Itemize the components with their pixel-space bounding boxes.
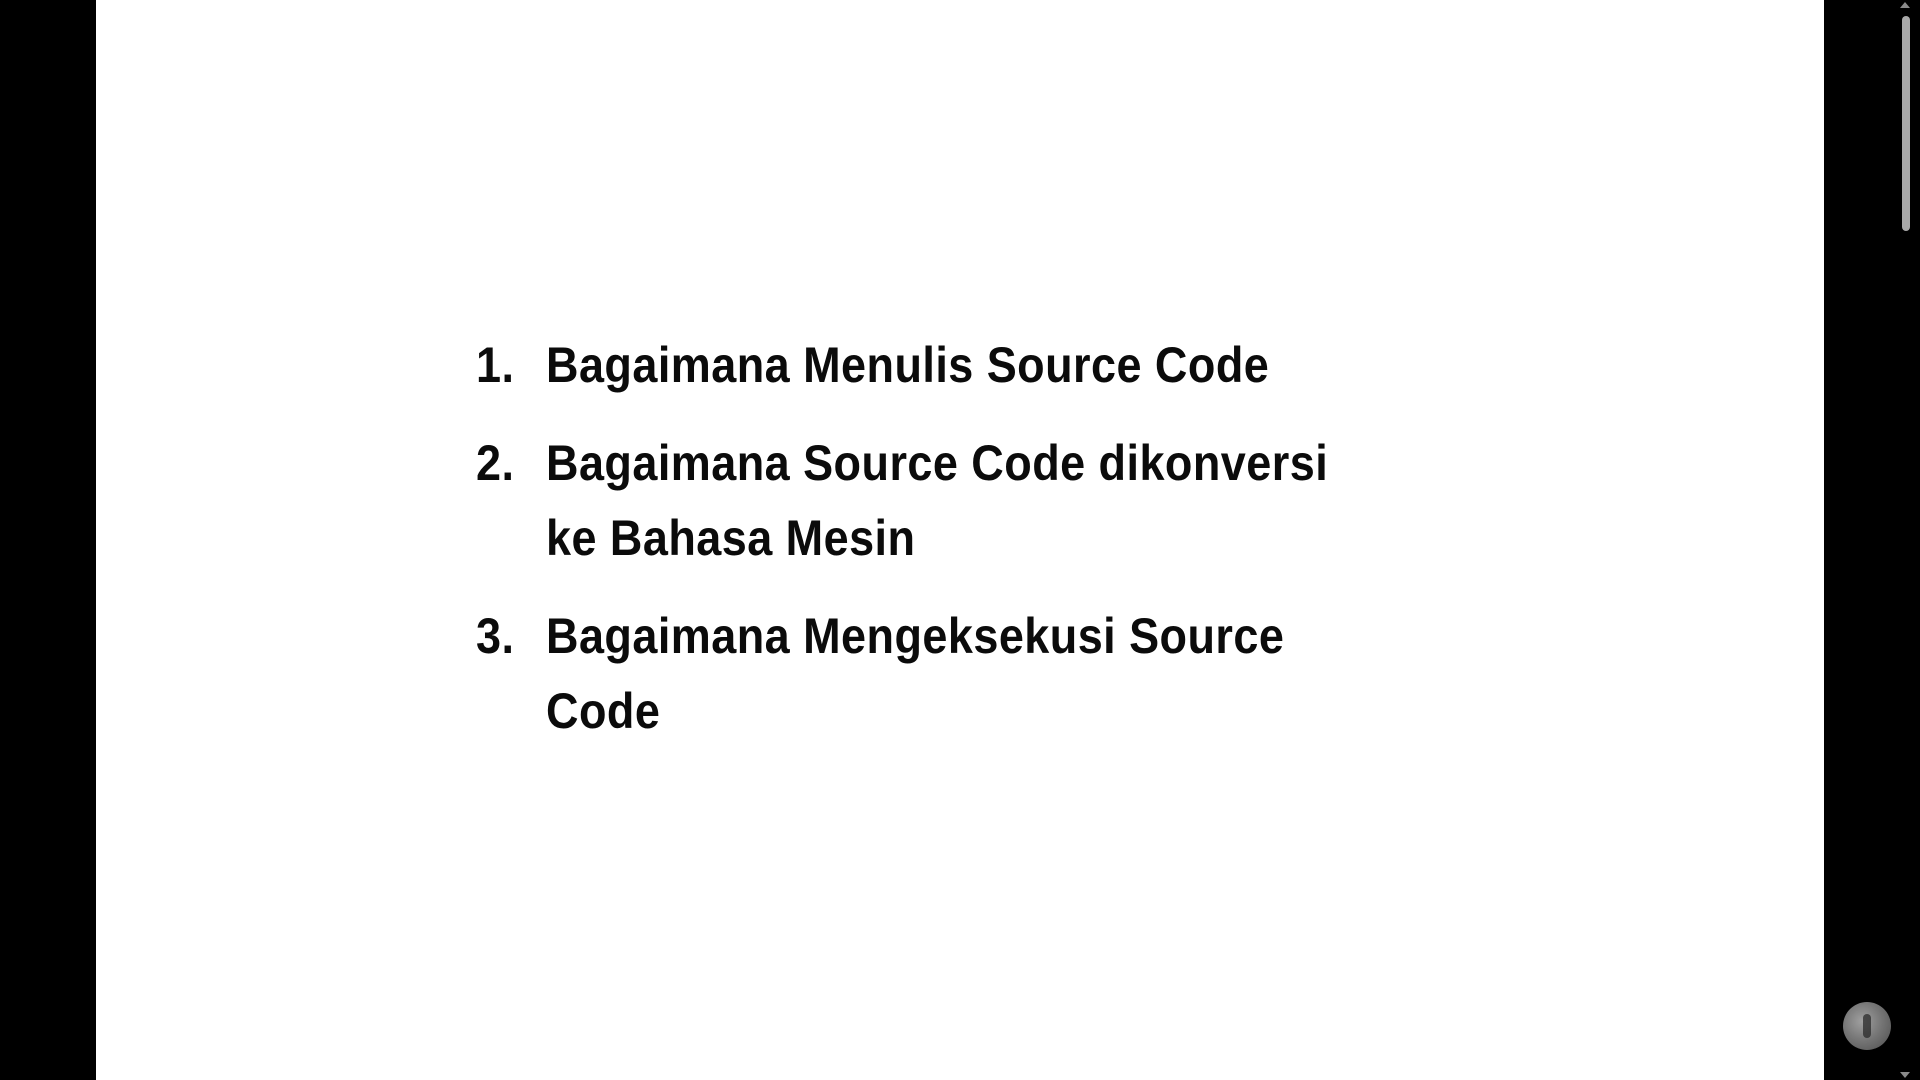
slide-numbered-list: 1. Bagaimana Menulis Source Code 2. Baga… [476, 328, 1476, 772]
list-item: 2. Bagaimana Source Code dikonversi ke B… [476, 426, 1476, 576]
list-item-text: Bagaimana Menulis Source Code [546, 337, 1270, 393]
presentation-slide: 1. Bagaimana Menulis Source Code 2. Baga… [96, 0, 1824, 1080]
scroll-down-arrow-icon[interactable] [1900, 1072, 1910, 1078]
list-item: 1. Bagaimana Menulis Source Code [476, 328, 1476, 403]
scrollbar-thumb[interactable] [1902, 16, 1910, 231]
list-item: 3. Bagaimana Mengeksekusi Source Code [476, 599, 1476, 749]
video-viewer: 1. Bagaimana Menulis Source Code 2. Baga… [0, 0, 1920, 1080]
list-item-number: 3. [476, 608, 515, 664]
list-item-text: Bagaimana Mengeksekusi Source Code [546, 608, 1285, 739]
list-item-number: 1. [476, 337, 515, 393]
scroll-up-arrow-icon[interactable] [1900, 2, 1910, 8]
list-item-number: 2. [476, 435, 515, 491]
channel-logo-icon [1843, 1002, 1891, 1050]
vertical-scrollbar[interactable] [1900, 0, 1916, 1080]
list-item-text: Bagaimana Source Code dikonversi ke Baha… [546, 435, 1329, 566]
